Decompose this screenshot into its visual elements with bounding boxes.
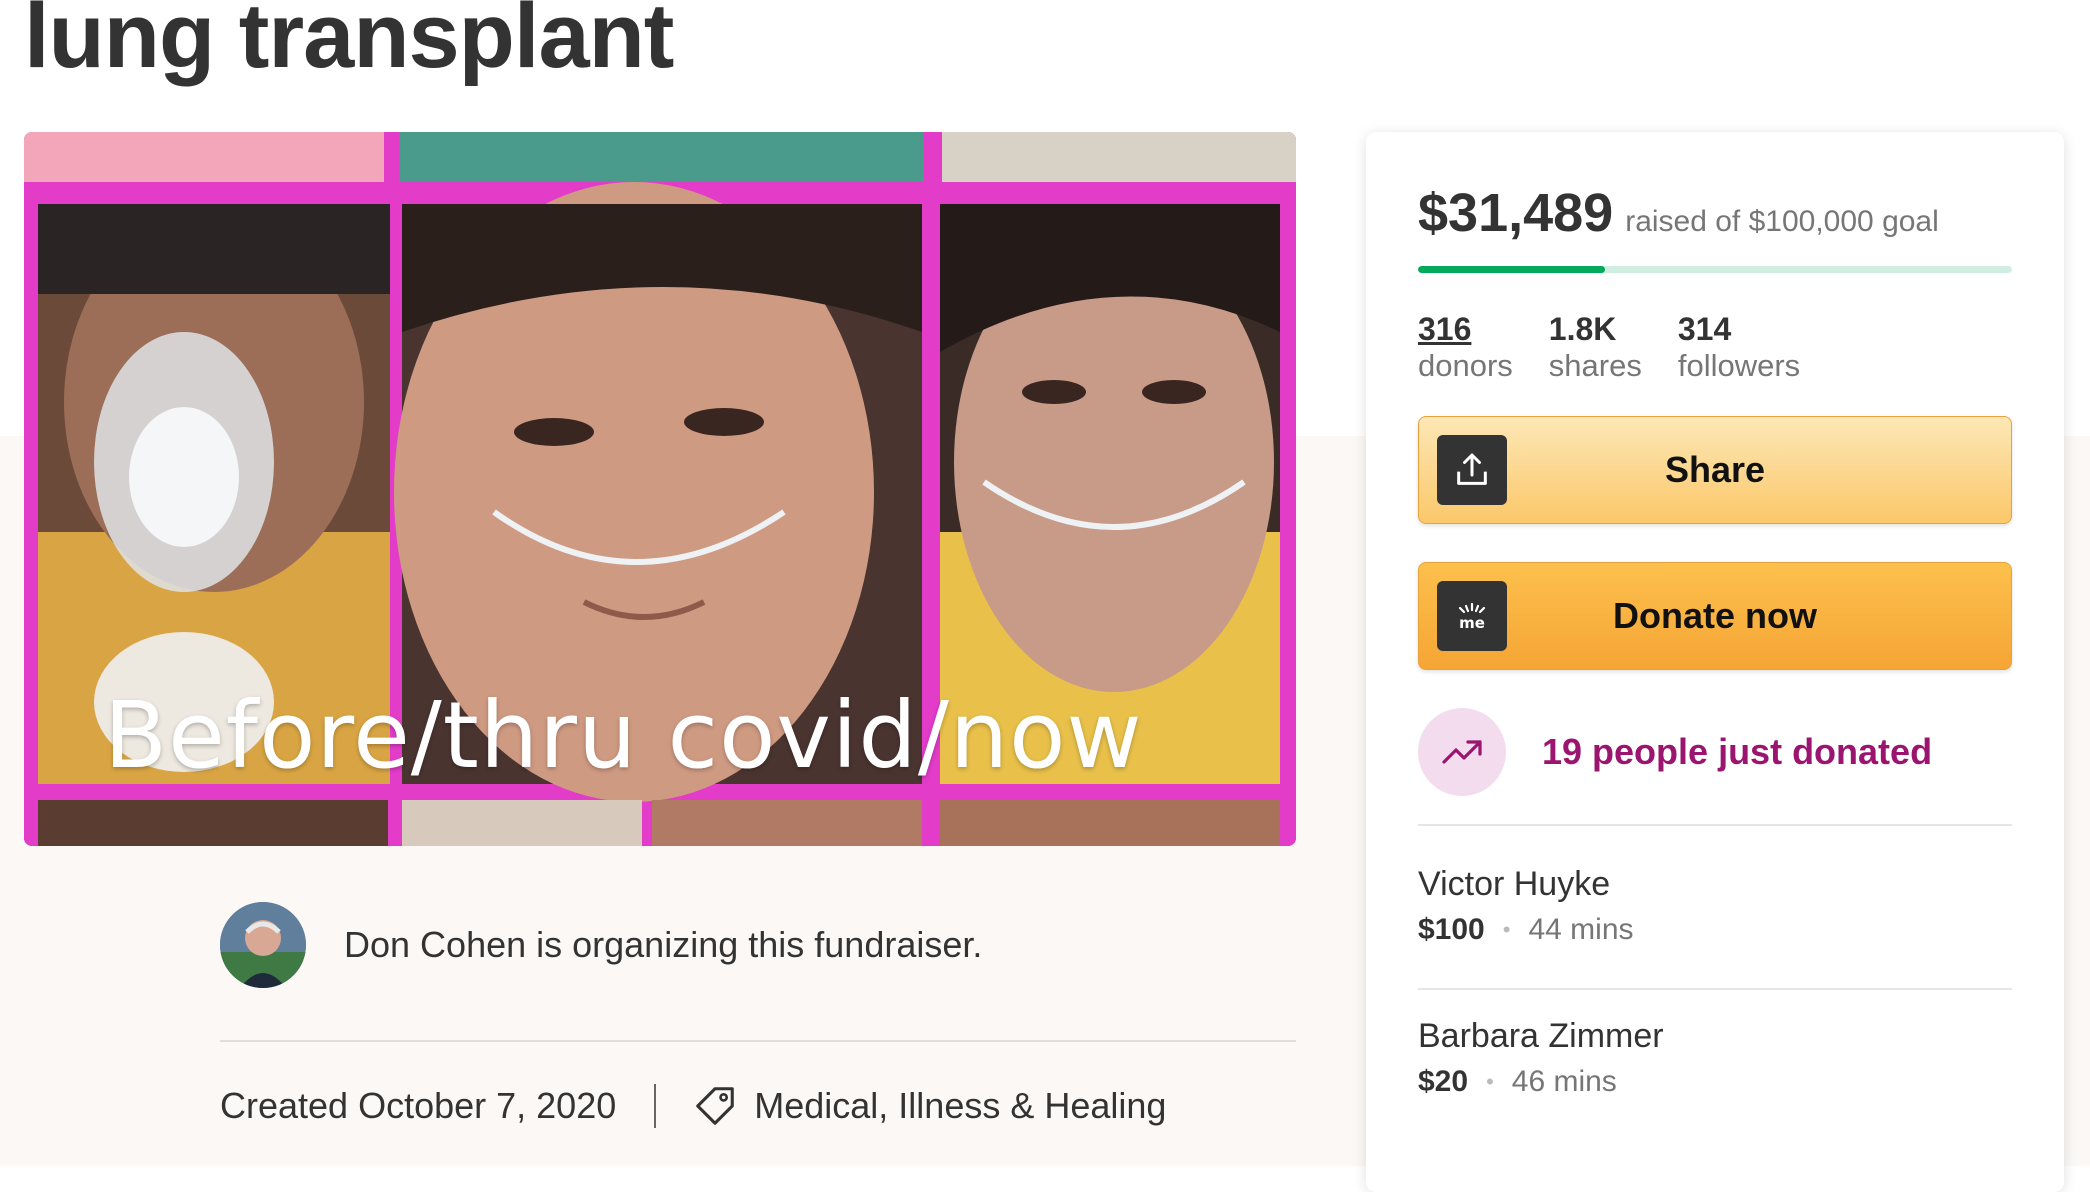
stat-followers: 314 followers — [1678, 310, 1800, 384]
stat-value: 314 — [1677, 311, 1732, 347]
category-link[interactable]: Medical, Illness & Healing — [754, 1085, 1166, 1127]
organizer-text: Don Cohen is organizing this fundraiser. — [344, 924, 983, 965]
donation-card: $31,489 raised of $100,000 goal 316 dono… — [1366, 132, 2064, 1192]
progress-fill — [1418, 266, 1606, 273]
gofundme-logo-icon: me — [1437, 581, 1507, 651]
stat-shares: 1.8K shares — [1549, 310, 1642, 384]
share-button-label: Share — [1664, 449, 1766, 490]
organizer-avatar[interactable] — [220, 902, 306, 988]
stat-label: donors — [1418, 348, 1513, 383]
donation-item: Victor Huyke $100 • 44 mins — [1418, 862, 1634, 950]
organizer-row: Don Cohen is organizing this fundraiser. — [220, 902, 982, 988]
donate-button-label: Donate now — [1613, 595, 1817, 636]
stat-value: 1.8K — [1548, 311, 1617, 347]
page-title: lung transplant — [24, 0, 674, 87]
campaign-image[interactable]: Before/thru covid/now — [24, 132, 1296, 846]
tag-icon — [696, 1087, 735, 1125]
stat-label: shares — [1548, 348, 1642, 383]
stat-label: followers — [1677, 348, 1801, 383]
section-divider — [220, 1040, 1296, 1042]
meta-separator — [654, 1084, 657, 1128]
campaign-meta: Created October 7, 2020 Medical, Illness… — [220, 1080, 1166, 1132]
stat-donors[interactable]: 316 donors — [1418, 310, 1513, 384]
card-divider — [1418, 988, 2012, 990]
svg-text:me: me — [1459, 614, 1485, 632]
recent-donations-alert[interactable]: 19 people just donated — [1418, 708, 1932, 796]
donation-details: $100 • 44 mins — [1418, 910, 1634, 950]
goal-text: raised of $100,000 goal — [1625, 205, 1939, 238]
donor-name: Barbara Zimmer — [1418, 1017, 1664, 1055]
amount-raised: $31,489 — [1418, 183, 1614, 243]
recent-donations-text: 19 people just donated — [1542, 731, 1933, 772]
separator-dot: • — [1486, 1069, 1494, 1094]
donation-details: $20 • 46 mins — [1418, 1062, 1664, 1102]
amount-line: $31,489 raised of $100,000 goal — [1418, 182, 1939, 244]
share-button[interactable]: Share — [1418, 416, 2012, 524]
stat-value: 316 — [1418, 311, 1472, 347]
donation-amount: $100 — [1418, 913, 1485, 946]
donation-amount: $20 — [1418, 1065, 1469, 1098]
created-date: Created October 7, 2020 — [220, 1085, 617, 1126]
donation-item: Barbara Zimmer $20 • 46 mins — [1418, 1014, 1664, 1102]
donate-now-button[interactable]: me Donate now — [1418, 562, 2012, 670]
stats-row: 316 donors 1.8K shares 314 followers — [1418, 310, 1836, 384]
donation-time: 44 mins — [1528, 913, 1634, 946]
donation-time: 46 mins — [1511, 1065, 1617, 1098]
card-divider — [1418, 824, 2012, 826]
trending-up-icon — [1418, 708, 1506, 796]
separator-dot: • — [1502, 917, 1511, 942]
share-icon — [1437, 435, 1507, 505]
donor-name: Victor Huyke — [1418, 865, 1611, 903]
progress-bar — [1418, 266, 2012, 273]
image-caption: Before/thru covid/now — [104, 682, 1143, 789]
avatar-image — [220, 902, 306, 988]
